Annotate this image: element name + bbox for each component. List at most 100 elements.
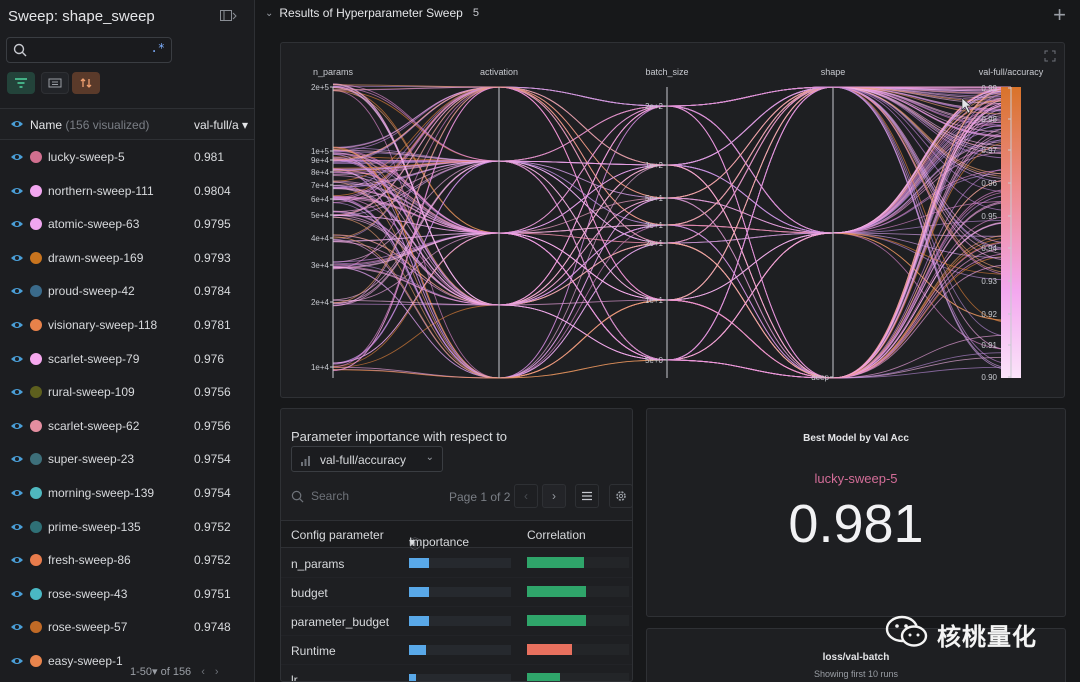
metric-select[interactable]: val-full/accuracy ⌄ [291,446,443,472]
run-color-dot[interactable] [30,453,42,466]
eye-icon[interactable] [10,487,24,501]
run-name[interactable]: super-sweep-23 [48,452,134,466]
collapse-sidebar-icon[interactable] [220,10,240,24]
run-row[interactable]: morning-sweep-139 0.9754 [0,477,254,510]
run-row[interactable]: drawn-sweep-169 0.9793 [0,242,254,275]
run-name[interactable]: prime-sweep-135 [48,520,141,534]
main-workspace: ⌄ Results of Hyperparameter Sweep 5 + n_… [255,0,1080,682]
name-column-header[interactable]: Name (156 visualized) [30,118,149,132]
run-row[interactable]: rose-sweep-43 0.9751 [0,578,254,611]
sort-button[interactable] [72,72,100,94]
regex-icon[interactable]: .* [151,41,165,55]
correlation-bar [527,557,585,568]
importance-row[interactable]: lr [281,665,632,681]
run-name[interactable]: fresh-sweep-86 [48,553,131,567]
importance-row[interactable]: Runtime [281,636,632,665]
eye-icon[interactable] [10,185,24,199]
eye-icon[interactable] [10,521,24,535]
run-color-dot[interactable] [30,184,42,197]
run-color-dot[interactable] [30,587,42,600]
run-color-dot[interactable] [30,151,42,163]
run-color-dot[interactable] [30,554,42,567]
config-parameter-header[interactable]: Config parameter [291,528,384,542]
parallel-coordinates-chart[interactable]: n_params 2e+5 1e+59e+4 8e+4 7e+4 6e+4 5e+4 4e+4… [281,43,1066,399]
fullscreen-icon[interactable] [1044,49,1056,67]
axis-label: activation [480,67,518,77]
add-panel-icon[interactable]: + [1053,2,1066,28]
eye-icon[interactable] [10,151,24,165]
run-name[interactable]: rose-sweep-57 [48,620,127,634]
next-page-button[interactable]: › [542,484,566,508]
run-name[interactable]: drawn-sweep-169 [48,251,143,265]
eye-icon[interactable] [10,118,24,132]
section-header[interactable]: ⌄ Results of Hyperparameter Sweep 5 [265,6,479,20]
eye-icon[interactable] [10,588,24,602]
tick-label: 2e+5 [311,83,330,92]
eye-icon[interactable] [10,285,24,299]
columns-button[interactable] [575,484,599,508]
correlation-header[interactable]: Correlation [527,528,586,542]
run-color-dot[interactable] [30,487,42,499]
parallel-coordinates-panel[interactable]: n_params 2e+5 1e+5 9e+4 8e+4 7e+4 6e+4 5e+4 4e+4… [280,42,1065,398]
run-color-dot[interactable] [30,621,42,634]
run-row[interactable]: scarlet-sweep-79 0.976 [0,343,254,376]
run-name[interactable]: lucky-sweep-5 [48,150,125,164]
run-name[interactable]: atomic-sweep-63 [48,217,139,231]
run-name[interactable]: proud-sweep-42 [48,284,135,298]
eye-icon[interactable] [10,420,24,434]
importance-row[interactable]: n_params [281,549,632,578]
run-row[interactable]: visionary-sweep-118 0.9781 [0,309,254,342]
run-row[interactable]: atomic-sweep-63 0.9795 [0,208,254,241]
run-row[interactable]: rose-sweep-57 0.9748 [0,611,254,644]
best-run-name[interactable]: lucky-sweep-5 [647,471,1065,486]
run-color-dot[interactable] [30,386,42,399]
run-row[interactable]: lucky-sweep-5 0.981 [0,141,254,174]
eye-icon[interactable] [10,655,24,669]
eye-icon[interactable] [10,218,24,232]
run-row[interactable]: rural-sweep-109 0.9756 [0,376,254,409]
chevron-down-icon[interactable]: ⌄ [265,8,273,19]
eye-icon[interactable] [10,621,24,635]
run-color-dot[interactable] [30,352,42,365]
run-search-input[interactable]: .* [6,37,172,63]
correlation-bar [527,615,587,626]
run-color-dot[interactable] [30,520,42,533]
run-row[interactable]: prime-sweep-135 0.9752 [0,511,254,544]
run-name[interactable]: rose-sweep-43 [48,587,127,601]
run-color-dot[interactable] [30,655,42,667]
run-name[interactable]: visionary-sweep-118 [48,318,157,332]
eye-icon[interactable] [10,554,24,568]
group-button[interactable] [41,72,69,94]
run-color-dot[interactable] [30,419,42,432]
filter-button[interactable] [7,72,35,94]
metric-column-header[interactable]: val-full/a ▾ [194,118,248,132]
run-color-dot[interactable] [30,319,42,331]
run-color-dot[interactable] [30,218,42,231]
eye-icon[interactable] [10,353,24,367]
run-row[interactable]: fresh-sweep-86 0.9752 [0,544,254,577]
eye-icon[interactable] [10,386,24,400]
eye-icon[interactable] [10,453,24,467]
prev-page-button[interactable]: ‹ [514,484,538,508]
run-name[interactable]: northern-sweep-111 [48,184,154,198]
run-row[interactable]: scarlet-sweep-62 0.9756 [0,410,254,443]
run-name[interactable]: rural-sweep-109 [48,385,135,399]
run-name[interactable]: scarlet-sweep-79 [48,352,139,366]
page-nav-icons[interactable]: ‹› [201,666,228,678]
run-color-dot[interactable] [30,285,42,298]
run-name[interactable]: scarlet-sweep-62 [48,419,139,433]
eye-icon[interactable] [10,252,24,266]
run-row[interactable]: super-sweep-23 0.9754 [0,443,254,476]
run-name[interactable]: morning-sweep-139 [48,486,154,500]
settings-button[interactable] [609,484,632,508]
importance-row[interactable]: parameter_budget [281,607,632,636]
run-row[interactable]: northern-sweep-111 0.9804 [0,175,254,208]
run-color-dot[interactable] [30,251,42,264]
run-line[interactable] [332,86,1012,367]
run-name[interactable]: easy-sweep-1 [48,654,123,668]
eye-icon[interactable] [10,319,24,333]
param-name: Runtime [291,644,336,658]
importance-row[interactable]: budget [281,578,632,607]
pagination[interactable]: 1-50▾ of 156 ‹› [126,665,233,678]
run-row[interactable]: proud-sweep-42 0.9784 [0,275,254,308]
